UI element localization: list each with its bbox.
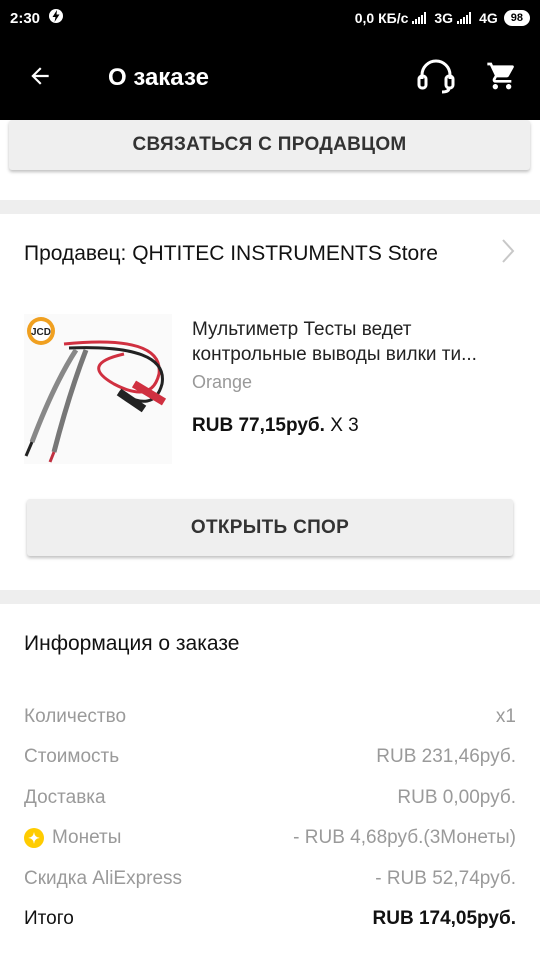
- info-row-shipping: Доставка RUB 0,00руб.: [24, 787, 516, 808]
- status-bar: 2:30 0,0 КБ/с 3G 4G 98: [0, 0, 540, 36]
- open-dispute-button[interactable]: ОТКРЫТЬ СПОР: [27, 499, 513, 556]
- product-card: Продавец: QHTITEC INSTRUMENTS Store JCD …: [0, 214, 540, 590]
- cart-button[interactable]: [486, 60, 518, 97]
- chevron-right-icon: [500, 238, 516, 270]
- network-speed: 0,0 КБ/с: [354, 10, 409, 26]
- info-row-quantity: Количество x1: [24, 706, 516, 727]
- info-row-coins: ✦ Монеты - RUB 4,68руб.(3Монеты): [24, 827, 516, 849]
- battery-icon: 98: [503, 10, 530, 26]
- signal-icon: [412, 12, 427, 24]
- status-time: 2:30: [10, 9, 41, 27]
- coin-icon: ✦: [24, 828, 44, 848]
- info-row-discount: Скидка AliExpress - RUB 52,74руб.: [24, 868, 516, 889]
- arrow-left-icon: [27, 63, 53, 94]
- product-price: RUB 77,15руб.: [192, 415, 325, 436]
- order-info-title: Информация о заказе: [24, 632, 240, 655]
- svg-text:JCD: JCD: [31, 327, 51, 338]
- back-button[interactable]: [0, 36, 80, 120]
- network-type-2: 4G: [479, 10, 498, 26]
- page-title: О заказе: [108, 64, 209, 91]
- cart-icon: [486, 62, 518, 96]
- seller-row[interactable]: Продавец: QHTITEC INSTRUMENTS Store: [24, 238, 516, 270]
- support-button[interactable]: [416, 57, 456, 100]
- product-price-row: RUB 77,15руб. X 3: [192, 415, 522, 437]
- app-bar: О заказе: [0, 36, 540, 120]
- product-title: Мультиметр Тесты ведет контрольные вывод…: [192, 319, 477, 365]
- seller-label: Продавец: QHTITEC INSTRUMENTS Store: [24, 242, 438, 265]
- signal-icon: [457, 12, 472, 24]
- product-info[interactable]: Мультиметр Тесты ведет контрольные вывод…: [192, 317, 522, 437]
- product-color: Orange: [192, 372, 253, 392]
- info-row-total: Итого RUB 174,05руб.: [24, 908, 516, 929]
- charging-icon: [48, 8, 64, 28]
- order-info-card: Информация о заказе Количество x1 Стоимо…: [0, 604, 540, 960]
- contact-card: СВЯЗАТЬСЯ С ПРОДАВЦОМ: [0, 120, 540, 200]
- contact-seller-button[interactable]: СВЯЗАТЬСЯ С ПРОДАВЦОМ: [9, 120, 530, 170]
- product-image[interactable]: JCD: [24, 314, 172, 464]
- info-row-cost: Стоимость RUB 231,46руб.: [24, 746, 516, 767]
- product-quantity: X 3: [330, 415, 359, 436]
- headset-icon: [416, 59, 456, 99]
- network-type-1: 3G: [434, 10, 454, 26]
